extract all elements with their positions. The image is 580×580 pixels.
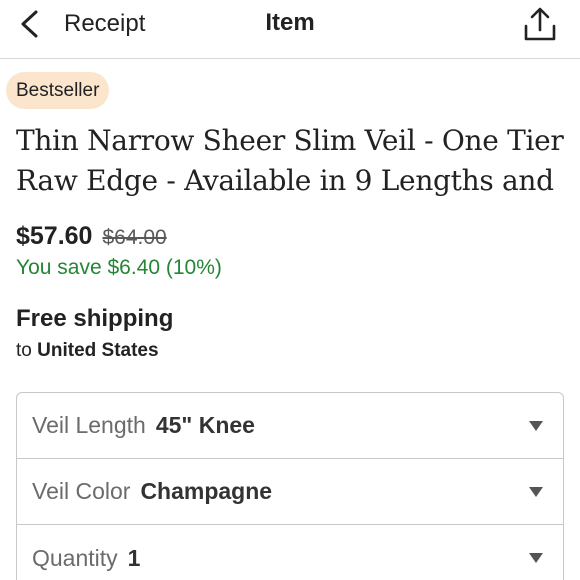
caret-down-icon: [529, 553, 543, 563]
share-icon: [524, 7, 556, 41]
variation-selectors: Veil Length 45" Knee Veil Color Champagn…: [16, 392, 564, 580]
listing-title-line-1: Thin Narrow Sheer Slim Veil - One Tier: [16, 124, 564, 157]
shipping-country: United States: [37, 340, 159, 361]
page-title: Item: [265, 9, 315, 36]
share-button[interactable]: [522, 6, 558, 42]
current-price: $57.60: [16, 222, 93, 250]
original-price: $64.00: [102, 226, 167, 249]
caret-down-icon: [529, 420, 543, 431]
savings-text: You save $6.40 (10%): [16, 256, 222, 279]
quantity-select[interactable]: Quantity 1: [17, 525, 563, 580]
shipping-destination: to United States: [16, 340, 159, 362]
shipping-dest-prefix: to: [16, 340, 32, 361]
select-value: 1: [127, 544, 141, 571]
select-value: 45" Knee: [155, 412, 255, 438]
listing-title: Thin Narrow Sheer Slim Veil - One Tier R…: [16, 121, 572, 201]
shipping-title: Free shipping: [16, 305, 174, 332]
bestseller-badge: Bestseller: [6, 72, 110, 109]
veil-color-select[interactable]: Veil Color Champagne: [17, 459, 563, 525]
select-value: Champagne: [140, 478, 273, 504]
top-nav-bar: Receipt Item: [0, 0, 580, 59]
select-label: Quantity: [32, 544, 118, 571]
veil-length-select[interactable]: Veil Length 45" Knee: [17, 393, 563, 459]
select-label: Veil Length: [32, 412, 146, 438]
select-label: Veil Color: [32, 478, 131, 504]
price-row: $57.60 $64.00: [16, 222, 167, 251]
listing-title-line-2: Raw Edge - Available in 9 Lengths and: [16, 164, 554, 197]
caret-down-icon: [529, 486, 543, 497]
